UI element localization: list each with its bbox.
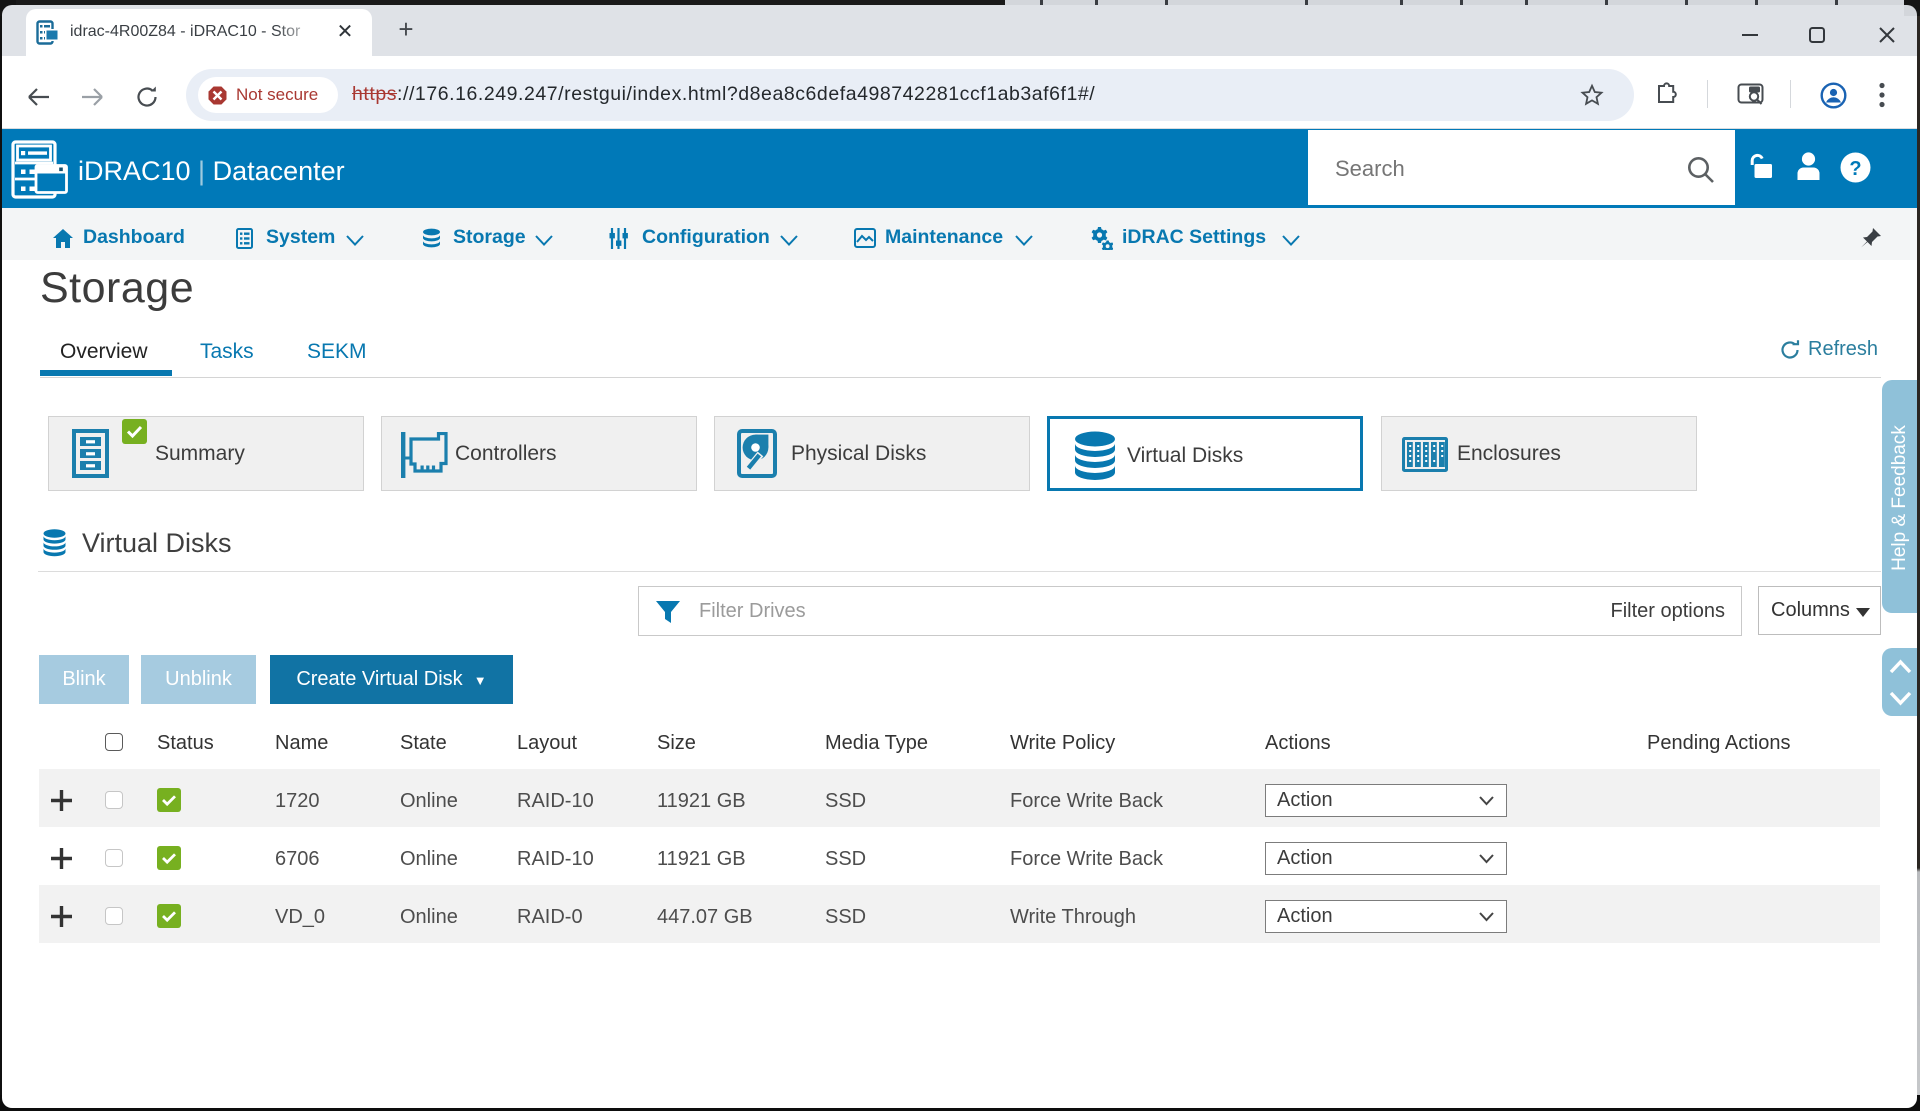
svg-text:?: ?	[1849, 158, 1861, 180]
